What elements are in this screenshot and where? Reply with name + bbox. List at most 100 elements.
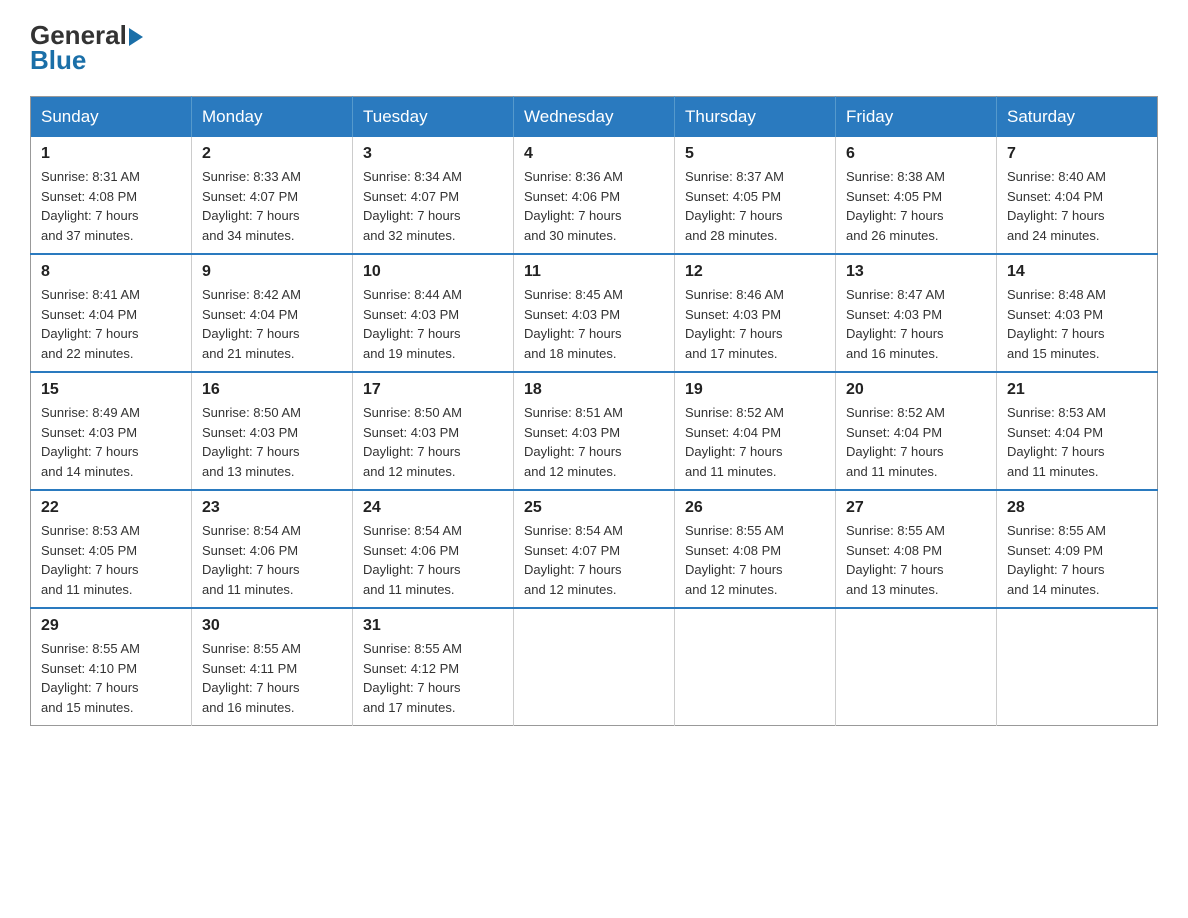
day-info: Sunrise: 8:54 AM Sunset: 4:07 PM Dayligh… <box>524 521 664 599</box>
day-cell: 11 Sunrise: 8:45 AM Sunset: 4:03 PM Dayl… <box>514 254 675 372</box>
day-cell: 24 Sunrise: 8:54 AM Sunset: 4:06 PM Dayl… <box>353 490 514 608</box>
day-number: 15 <box>41 381 181 399</box>
day-cell: 21 Sunrise: 8:53 AM Sunset: 4:04 PM Dayl… <box>997 372 1158 490</box>
day-number: 12 <box>685 263 825 281</box>
day-cell: 10 Sunrise: 8:44 AM Sunset: 4:03 PM Dayl… <box>353 254 514 372</box>
weekday-header-thursday: Thursday <box>675 97 836 138</box>
day-info: Sunrise: 8:47 AM Sunset: 4:03 PM Dayligh… <box>846 285 986 363</box>
day-number: 20 <box>846 381 986 399</box>
page-header: General Blue <box>30 20 1158 76</box>
day-info: Sunrise: 8:55 AM Sunset: 4:08 PM Dayligh… <box>846 521 986 599</box>
day-cell: 26 Sunrise: 8:55 AM Sunset: 4:08 PM Dayl… <box>675 490 836 608</box>
day-cell <box>997 608 1158 726</box>
week-row-1: 1 Sunrise: 8:31 AM Sunset: 4:08 PM Dayli… <box>31 137 1158 254</box>
calendar-table: SundayMondayTuesdayWednesdayThursdayFrid… <box>30 96 1158 726</box>
day-number: 29 <box>41 617 181 635</box>
day-info: Sunrise: 8:55 AM Sunset: 4:10 PM Dayligh… <box>41 639 181 717</box>
day-number: 26 <box>685 499 825 517</box>
day-number: 27 <box>846 499 986 517</box>
day-info: Sunrise: 8:55 AM Sunset: 4:12 PM Dayligh… <box>363 639 503 717</box>
day-cell: 13 Sunrise: 8:47 AM Sunset: 4:03 PM Dayl… <box>836 254 997 372</box>
weekday-header-tuesday: Tuesday <box>353 97 514 138</box>
day-cell: 12 Sunrise: 8:46 AM Sunset: 4:03 PM Dayl… <box>675 254 836 372</box>
day-cell <box>514 608 675 726</box>
day-number: 18 <box>524 381 664 399</box>
day-number: 11 <box>524 263 664 281</box>
day-cell: 7 Sunrise: 8:40 AM Sunset: 4:04 PM Dayli… <box>997 137 1158 254</box>
day-info: Sunrise: 8:52 AM Sunset: 4:04 PM Dayligh… <box>685 403 825 481</box>
weekday-header-wednesday: Wednesday <box>514 97 675 138</box>
day-number: 19 <box>685 381 825 399</box>
day-cell: 23 Sunrise: 8:54 AM Sunset: 4:06 PM Dayl… <box>192 490 353 608</box>
day-info: Sunrise: 8:48 AM Sunset: 4:03 PM Dayligh… <box>1007 285 1147 363</box>
day-number: 23 <box>202 499 342 517</box>
day-number: 5 <box>685 145 825 163</box>
day-cell: 5 Sunrise: 8:37 AM Sunset: 4:05 PM Dayli… <box>675 137 836 254</box>
logo: General Blue <box>30 20 143 76</box>
day-number: 7 <box>1007 145 1147 163</box>
day-info: Sunrise: 8:46 AM Sunset: 4:03 PM Dayligh… <box>685 285 825 363</box>
day-number: 9 <box>202 263 342 281</box>
day-cell: 18 Sunrise: 8:51 AM Sunset: 4:03 PM Dayl… <box>514 372 675 490</box>
day-cell: 9 Sunrise: 8:42 AM Sunset: 4:04 PM Dayli… <box>192 254 353 372</box>
day-info: Sunrise: 8:55 AM Sunset: 4:08 PM Dayligh… <box>685 521 825 599</box>
day-number: 13 <box>846 263 986 281</box>
day-info: Sunrise: 8:49 AM Sunset: 4:03 PM Dayligh… <box>41 403 181 481</box>
day-number: 8 <box>41 263 181 281</box>
day-number: 4 <box>524 145 664 163</box>
day-info: Sunrise: 8:53 AM Sunset: 4:04 PM Dayligh… <box>1007 403 1147 481</box>
weekday-header-sunday: Sunday <box>31 97 192 138</box>
day-cell: 20 Sunrise: 8:52 AM Sunset: 4:04 PM Dayl… <box>836 372 997 490</box>
day-cell: 19 Sunrise: 8:52 AM Sunset: 4:04 PM Dayl… <box>675 372 836 490</box>
day-cell: 27 Sunrise: 8:55 AM Sunset: 4:08 PM Dayl… <box>836 490 997 608</box>
day-number: 14 <box>1007 263 1147 281</box>
day-cell: 3 Sunrise: 8:34 AM Sunset: 4:07 PM Dayli… <box>353 137 514 254</box>
day-cell: 6 Sunrise: 8:38 AM Sunset: 4:05 PM Dayli… <box>836 137 997 254</box>
day-info: Sunrise: 8:54 AM Sunset: 4:06 PM Dayligh… <box>202 521 342 599</box>
weekday-header-row: SundayMondayTuesdayWednesdayThursdayFrid… <box>31 97 1158 138</box>
day-number: 1 <box>41 145 181 163</box>
day-info: Sunrise: 8:37 AM Sunset: 4:05 PM Dayligh… <box>685 167 825 245</box>
day-number: 10 <box>363 263 503 281</box>
day-info: Sunrise: 8:53 AM Sunset: 4:05 PM Dayligh… <box>41 521 181 599</box>
day-cell <box>836 608 997 726</box>
day-info: Sunrise: 8:36 AM Sunset: 4:06 PM Dayligh… <box>524 167 664 245</box>
day-number: 16 <box>202 381 342 399</box>
day-cell: 22 Sunrise: 8:53 AM Sunset: 4:05 PM Dayl… <box>31 490 192 608</box>
day-info: Sunrise: 8:41 AM Sunset: 4:04 PM Dayligh… <box>41 285 181 363</box>
day-info: Sunrise: 8:44 AM Sunset: 4:03 PM Dayligh… <box>363 285 503 363</box>
logo-arrow-icon <box>129 28 143 46</box>
weekday-header-monday: Monday <box>192 97 353 138</box>
day-info: Sunrise: 8:50 AM Sunset: 4:03 PM Dayligh… <box>202 403 342 481</box>
day-number: 28 <box>1007 499 1147 517</box>
day-number: 25 <box>524 499 664 517</box>
weekday-header-saturday: Saturday <box>997 97 1158 138</box>
day-number: 21 <box>1007 381 1147 399</box>
day-cell: 1 Sunrise: 8:31 AM Sunset: 4:08 PM Dayli… <box>31 137 192 254</box>
logo-blue-text: Blue <box>30 45 86 76</box>
day-cell: 28 Sunrise: 8:55 AM Sunset: 4:09 PM Dayl… <box>997 490 1158 608</box>
day-number: 6 <box>846 145 986 163</box>
week-row-3: 15 Sunrise: 8:49 AM Sunset: 4:03 PM Dayl… <box>31 372 1158 490</box>
day-info: Sunrise: 8:31 AM Sunset: 4:08 PM Dayligh… <box>41 167 181 245</box>
day-info: Sunrise: 8:42 AM Sunset: 4:04 PM Dayligh… <box>202 285 342 363</box>
day-cell <box>675 608 836 726</box>
day-info: Sunrise: 8:40 AM Sunset: 4:04 PM Dayligh… <box>1007 167 1147 245</box>
day-cell: 25 Sunrise: 8:54 AM Sunset: 4:07 PM Dayl… <box>514 490 675 608</box>
day-cell: 29 Sunrise: 8:55 AM Sunset: 4:10 PM Dayl… <box>31 608 192 726</box>
day-cell: 15 Sunrise: 8:49 AM Sunset: 4:03 PM Dayl… <box>31 372 192 490</box>
day-info: Sunrise: 8:34 AM Sunset: 4:07 PM Dayligh… <box>363 167 503 245</box>
day-cell: 16 Sunrise: 8:50 AM Sunset: 4:03 PM Dayl… <box>192 372 353 490</box>
day-info: Sunrise: 8:33 AM Sunset: 4:07 PM Dayligh… <box>202 167 342 245</box>
day-cell: 14 Sunrise: 8:48 AM Sunset: 4:03 PM Dayl… <box>997 254 1158 372</box>
day-info: Sunrise: 8:45 AM Sunset: 4:03 PM Dayligh… <box>524 285 664 363</box>
day-cell: 4 Sunrise: 8:36 AM Sunset: 4:06 PM Dayli… <box>514 137 675 254</box>
day-cell: 8 Sunrise: 8:41 AM Sunset: 4:04 PM Dayli… <box>31 254 192 372</box>
week-row-5: 29 Sunrise: 8:55 AM Sunset: 4:10 PM Dayl… <box>31 608 1158 726</box>
day-number: 2 <box>202 145 342 163</box>
week-row-2: 8 Sunrise: 8:41 AM Sunset: 4:04 PM Dayli… <box>31 254 1158 372</box>
day-info: Sunrise: 8:55 AM Sunset: 4:09 PM Dayligh… <box>1007 521 1147 599</box>
day-number: 3 <box>363 145 503 163</box>
day-number: 30 <box>202 617 342 635</box>
day-info: Sunrise: 8:51 AM Sunset: 4:03 PM Dayligh… <box>524 403 664 481</box>
